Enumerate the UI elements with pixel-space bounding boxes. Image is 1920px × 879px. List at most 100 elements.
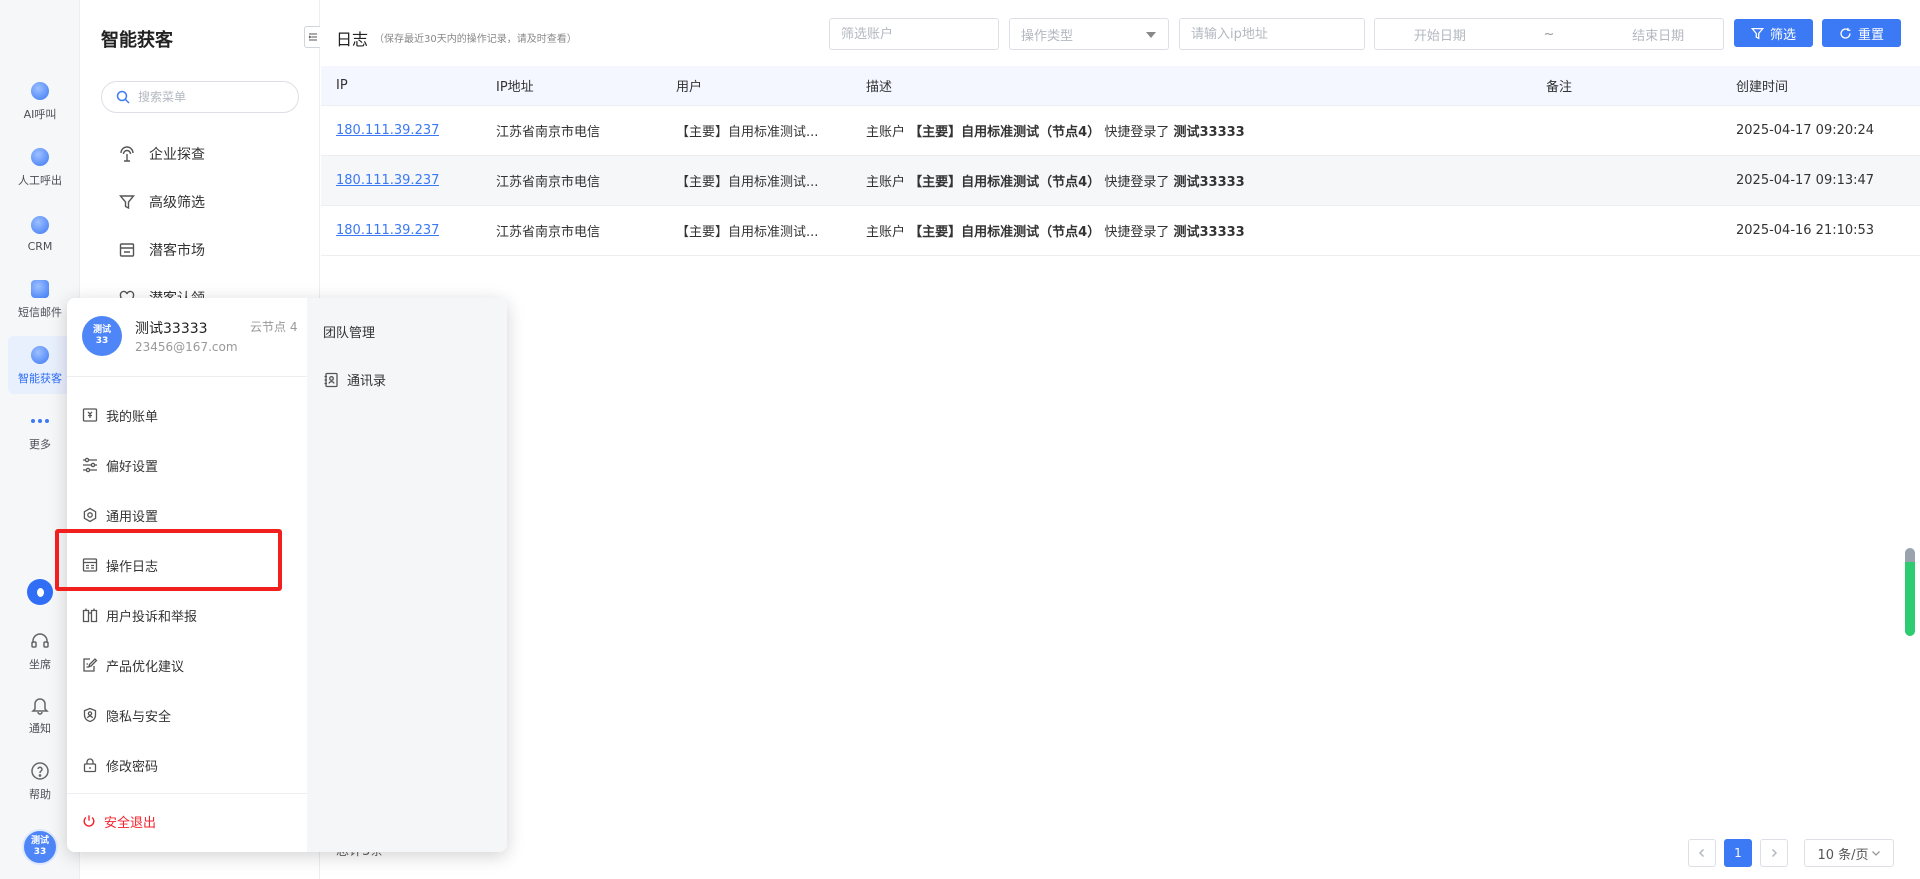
scrollbar-thumb[interactable]: [1905, 548, 1915, 636]
popover-item-product-suggestions[interactable]: 产品优化建议: [82, 648, 292, 682]
refresh-icon: [1840, 27, 1851, 39]
popover-item-operation-log[interactable]: 操作日志: [82, 548, 292, 582]
sliders-icon: [83, 457, 97, 473]
popover-item-label: 产品优化建议: [106, 659, 185, 675]
popover-item-label: 用户投诉和举报: [106, 609, 198, 625]
assistant-dot-icon[interactable]: [27, 579, 53, 605]
rail-item-more[interactable]: 更多: [8, 402, 72, 460]
avatar-text: 33: [95, 336, 109, 346]
avatar[interactable]: 测试 33: [22, 829, 58, 865]
main-content: 日志 （保存最近30天内的操作记录，请及时查看） 操作类型 开始日期 ~ 结束日…: [321, 0, 1920, 879]
table-row: 180.111.39.237 江苏省南京市电信 【主要】自用标准测试... 主账…: [321, 106, 1920, 156]
popover-item-contacts[interactable]: 通讯录: [323, 370, 386, 389]
radar-icon: [120, 146, 134, 162]
ip-link[interactable]: 180.111.39.237: [336, 123, 439, 138]
time-cell: 2025-04-16 21:10:53: [1736, 223, 1875, 238]
filter-button[interactable]: 筛选: [1734, 19, 1813, 47]
rail-item-ai-call[interactable]: AI呼叫: [8, 72, 72, 130]
time-cell: 2025-04-17 09:20:24: [1736, 123, 1875, 138]
ip-filter[interactable]: [1179, 18, 1365, 50]
rail-label: 短信邮件: [18, 306, 62, 319]
column-header: 用户: [676, 80, 703, 95]
ai-call-icon: [29, 80, 51, 102]
rail-item-smart-acquire[interactable]: 智能获客: [8, 336, 72, 394]
column-header: 备注: [1546, 80, 1573, 95]
account-filter-input[interactable]: [841, 26, 998, 42]
avatar: 测试 33: [82, 316, 122, 356]
log-table: IP IP地址 用户 描述 备注 创建时间 180.111.39.237 江苏省…: [321, 66, 1920, 256]
bell-icon: [29, 694, 51, 716]
page-size-select[interactable]: 10 条/页: [1804, 839, 1894, 867]
reset-button[interactable]: 重置: [1822, 19, 1901, 47]
desc-action: 快捷登录了: [1104, 175, 1170, 190]
ip-filter-input[interactable]: [1191, 26, 1364, 42]
divider: [67, 793, 307, 794]
rail-label: 智能获客: [18, 372, 62, 385]
desc-account: 【主要】自用标准测试（节点4）: [909, 125, 1101, 140]
next-page-button[interactable]: [1760, 839, 1788, 867]
ip-location: 江苏省南京市电信: [496, 125, 601, 140]
lock-icon: [83, 758, 97, 773]
end-date[interactable]: 结束日期: [1632, 25, 1684, 44]
desc-prefix: 主账户: [866, 225, 906, 240]
account-filter[interactable]: [829, 18, 999, 50]
desc-action: 快捷登录了: [1104, 225, 1170, 240]
rail-label: 坐席: [29, 658, 51, 671]
menu-item-label: 潜客市场: [149, 243, 205, 259]
popover-item-privacy-security[interactable]: 隐私与安全: [82, 698, 292, 732]
table-row: 180.111.39.237 江苏省南京市电信 【主要】自用标准测试... 主账…: [321, 156, 1920, 206]
start-date[interactable]: 开始日期: [1414, 25, 1466, 44]
page-button[interactable]: 1: [1724, 839, 1752, 867]
rail-item-notify[interactable]: 通知: [8, 686, 72, 744]
chevron-left-icon: [1698, 848, 1705, 858]
ip-link[interactable]: 180.111.39.237: [336, 223, 439, 238]
desc-action: 快捷登录了: [1104, 125, 1170, 140]
rail-item-help[interactable]: 帮助: [8, 752, 72, 810]
user-cell: 【主要】自用标准测试...: [676, 225, 819, 240]
popover-right-panel: 团队管理 通讯录: [307, 298, 507, 852]
crm-icon: [29, 214, 51, 236]
date-range-picker[interactable]: 开始日期 ~ 结束日期: [1374, 18, 1724, 50]
popover-item-complaints[interactable]: 用户投诉和举报: [82, 598, 292, 632]
column-header: 描述: [866, 80, 893, 95]
menu-search-input[interactable]: [138, 90, 278, 104]
avatar-text: 测试: [30, 836, 49, 846]
rail-label: AI呼叫: [23, 108, 57, 121]
manual-call-icon: [29, 146, 51, 168]
desc-account: 【主要】自用标准测试（节点4）: [909, 175, 1101, 190]
prev-page-button[interactable]: [1688, 839, 1716, 867]
operation-type-select[interactable]: 操作类型: [1009, 18, 1169, 50]
column-header: IP: [336, 78, 348, 93]
contacts-icon: [324, 372, 338, 387]
smart-acquire-icon: [29, 344, 51, 366]
chevron-right-icon: [1771, 848, 1778, 858]
desc-account: 【主要】自用标准测试（节点4）: [909, 225, 1101, 240]
account-popover: 测试 33 测试33333 23456@167.com 云节点 4 我的账单 偏…: [67, 298, 507, 852]
ip-link[interactable]: 180.111.39.237: [336, 173, 439, 188]
popover-item-general-settings[interactable]: 通用设置: [82, 498, 292, 532]
menu-item-enterprise-explore[interactable]: 企业探查: [101, 136, 301, 172]
filter-button-label: 筛选: [1769, 27, 1796, 43]
popover-item-change-password[interactable]: 修改密码: [82, 748, 292, 782]
rail-item-manual-call[interactable]: 人工呼出: [8, 138, 72, 196]
rail-item-crm[interactable]: CRM: [8, 204, 72, 262]
menu-search[interactable]: [101, 81, 299, 113]
power-icon: [83, 815, 95, 827]
account-email: 23456@167.com: [135, 340, 238, 354]
column-header: IP地址: [496, 80, 534, 95]
description-cell: 主账户 【主要】自用标准测试（节点4） 快捷登录了 测试33333: [866, 121, 1245, 140]
popover-item-my-bill[interactable]: 我的账单: [82, 398, 292, 432]
popover-left-panel: 测试 33 测试33333 23456@167.com 云节点 4 我的账单 偏…: [67, 298, 307, 852]
popover-item-preferences[interactable]: 偏好设置: [82, 448, 292, 482]
rail-label: 帮助: [29, 788, 51, 801]
rail-item-seat[interactable]: 坐席: [8, 622, 72, 680]
desc-prefix: 主账户: [866, 175, 906, 190]
menu-item-advanced-filter[interactable]: 高级筛选: [101, 184, 301, 220]
operation-type-placeholder: 操作类型: [1021, 28, 1074, 44]
rail-item-sms-mail[interactable]: 短信邮件: [8, 270, 72, 328]
complaint-icon: [82, 608, 98, 623]
logout-button[interactable]: 安全退出: [82, 804, 292, 838]
collapse-menu-icon[interactable]: [304, 26, 320, 48]
rail-label: 人工呼出: [18, 174, 62, 187]
menu-item-prospect-market[interactable]: 潜客市场: [101, 232, 301, 268]
